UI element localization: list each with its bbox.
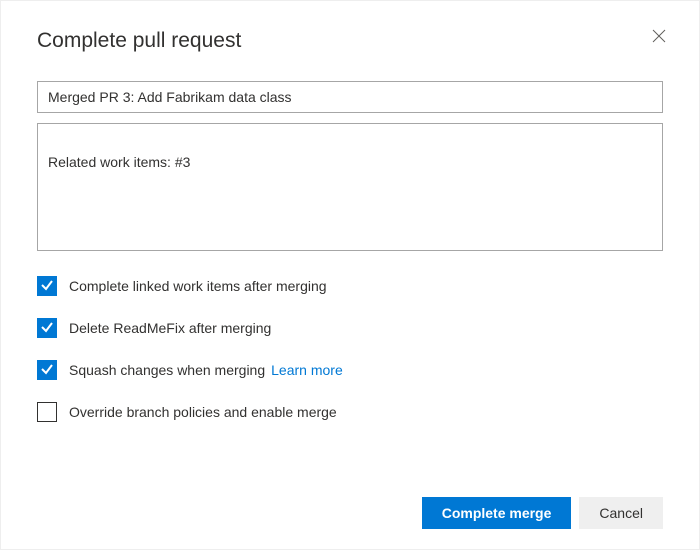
checkbox-label: Override branch policies and enable merg… — [69, 404, 337, 420]
cancel-button[interactable]: Cancel — [579, 497, 663, 529]
checkbox-label: Complete linked work items after merging — [69, 278, 327, 294]
checkbox-delete-branch[interactable] — [37, 318, 57, 338]
complete-pr-dialog: Complete pull request Related work items… — [0, 0, 700, 550]
check-icon — [40, 362, 54, 379]
checkbox-label: Delete ReadMeFix after merging — [69, 320, 271, 336]
dialog-footer: Complete merge Cancel — [422, 497, 663, 529]
check-icon — [40, 320, 54, 337]
checkbox-override-policies[interactable] — [37, 402, 57, 422]
check-icon — [40, 278, 54, 295]
checkbox-complete-work-items[interactable] — [37, 276, 57, 296]
checkbox-label: Squash changes when merging — [69, 362, 265, 378]
complete-merge-button[interactable]: Complete merge — [422, 497, 572, 529]
close-icon — [652, 29, 666, 46]
close-button[interactable] — [643, 21, 675, 53]
checkbox-squash[interactable] — [37, 360, 57, 380]
description-textarea[interactable]: Related work items: #3 — [37, 123, 663, 251]
dialog-title: Complete pull request — [37, 29, 663, 53]
learn-more-link[interactable]: Learn more — [271, 362, 343, 378]
option-squash: Squash changes when merging Learn more — [37, 360, 663, 380]
commit-title-input[interactable] — [37, 81, 663, 113]
option-complete-work-items: Complete linked work items after merging — [37, 276, 663, 296]
option-override-policies: Override branch policies and enable merg… — [37, 402, 663, 422]
option-delete-branch: Delete ReadMeFix after merging — [37, 318, 663, 338]
